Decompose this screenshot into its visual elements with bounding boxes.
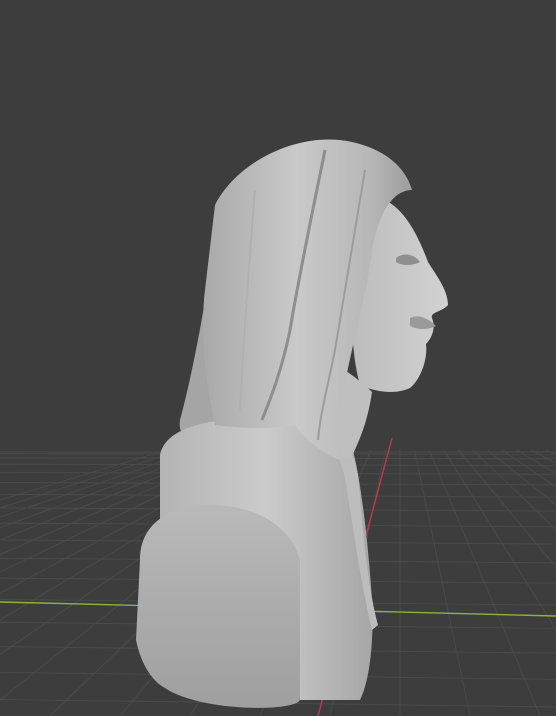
bust-base-cap [136,505,300,708]
3d-viewport[interactable] [0,0,556,716]
viewport-canvas[interactable] [0,0,556,716]
